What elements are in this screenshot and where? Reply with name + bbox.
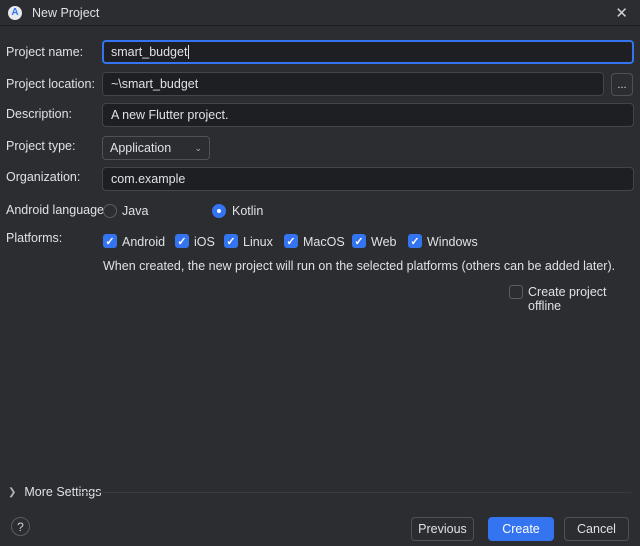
description-input[interactable]: A new Flutter project.	[102, 103, 634, 127]
help-icon[interactable]: ?	[11, 517, 30, 536]
create-offline-checkbox[interactable]	[509, 285, 523, 299]
platforms-note: When created, the new project will run o…	[103, 259, 616, 273]
macos-checkbox[interactable]: ✓	[284, 234, 298, 248]
project-name-label: Project name:	[6, 45, 84, 59]
project-type-select[interactable]: Application ⌄	[102, 136, 210, 160]
platforms-label: Platforms:	[6, 231, 63, 245]
project-type-value: Application	[110, 141, 172, 155]
previous-button[interactable]: Previous	[411, 517, 474, 541]
java-label: Java	[122, 204, 149, 218]
window-title: New Project	[32, 5, 100, 20]
organization-label: Organization:	[6, 170, 81, 184]
organization-input[interactable]: com.example	[102, 167, 634, 191]
close-icon[interactable]: ✕	[615, 4, 628, 22]
create-button[interactable]: Create	[488, 517, 554, 541]
project-type-label: Project type:	[6, 139, 76, 153]
kotlin-label: Kotlin	[232, 204, 264, 218]
web-checkbox[interactable]: ✓	[352, 234, 366, 248]
chevron-right-icon: ❯	[8, 486, 17, 498]
android-studio-logo-icon: A	[8, 5, 22, 20]
android-label: Android	[122, 235, 166, 249]
kotlin-radio[interactable]	[212, 204, 226, 218]
cancel-button[interactable]: Cancel	[564, 517, 629, 541]
project-location-value: ~\smart_budget	[111, 77, 199, 91]
description-label: Description:	[6, 107, 72, 121]
chevron-down-icon: ⌄	[194, 142, 202, 153]
project-name-value: smart_budget	[111, 45, 188, 59]
project-location-input[interactable]: ~\smart_budget	[102, 72, 604, 96]
divider	[80, 492, 631, 493]
linux-checkbox[interactable]: ✓	[224, 234, 238, 248]
windows-label: Windows	[427, 235, 478, 249]
ios-checkbox[interactable]: ✓	[175, 234, 189, 248]
project-location-label: Project location:	[6, 77, 95, 91]
create-offline-label: Create project offline	[528, 285, 607, 313]
web-label: Web	[371, 235, 397, 249]
macos-label: MacOS	[303, 235, 345, 249]
linux-label: Linux	[243, 235, 273, 249]
android-language-label: Android language:	[6, 203, 108, 217]
project-name-input[interactable]: smart_budget	[102, 40, 634, 64]
android-checkbox[interactable]: ✓	[103, 234, 117, 248]
java-radio[interactable]	[103, 204, 117, 218]
browse-button[interactable]: ...	[611, 73, 633, 96]
description-value: A new Flutter project.	[111, 108, 229, 122]
title-bar: A New Project ✕	[0, 0, 640, 26]
organization-value: com.example	[111, 172, 186, 186]
ios-label: iOS	[194, 235, 215, 249]
text-caret	[188, 45, 190, 59]
windows-checkbox[interactable]: ✓	[408, 234, 422, 248]
